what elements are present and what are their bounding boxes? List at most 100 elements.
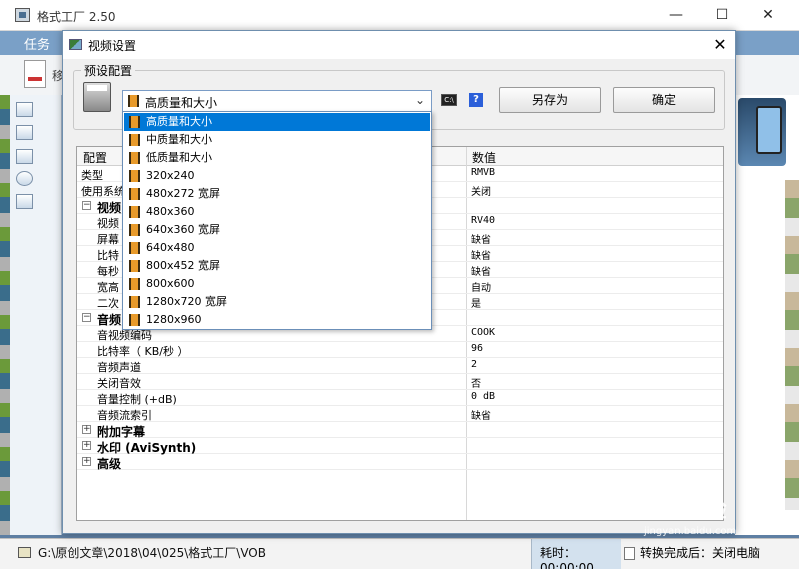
desktop-thumbnail-strip-right	[785, 180, 799, 510]
settings-row[interactable]: 音量控制 (+dB) 0 dB	[77, 390, 723, 406]
setting-value[interactable]: 否	[471, 375, 481, 390]
baidu-watermark-url: jingyan.baidu.com	[644, 526, 737, 537]
preset-select[interactable]: 高质量和大小 ⌄	[122, 90, 432, 112]
preset-option[interactable]: 中质量和大小	[124, 131, 430, 149]
maximize-button[interactable]: ☐	[702, 4, 742, 26]
settings-row[interactable]: 音频流索引 缺省	[77, 406, 723, 422]
collapse-icon[interactable]: −	[82, 313, 91, 322]
preset-option-label: 800x452 宽屏	[146, 259, 220, 272]
shutdown-option-icon[interactable]	[624, 547, 635, 560]
setting-value[interactable]: RMVB	[471, 167, 495, 178]
setting-name: 比特	[97, 249, 119, 262]
preset-option[interactable]: 800x452 宽屏	[124, 257, 430, 275]
setting-value[interactable]: 96	[471, 343, 483, 354]
preset-option-label: 高质量和大小	[146, 115, 212, 128]
film-icon	[129, 188, 140, 200]
settings-row[interactable]: 关闭音效 否	[77, 374, 723, 390]
save-as-button[interactable]: 另存为	[499, 87, 601, 113]
realmedia-format-icon	[83, 82, 111, 112]
expand-icon[interactable]: +	[82, 425, 91, 434]
setting-name: 音量控制 (+dB)	[97, 393, 177, 406]
film-icon	[129, 170, 140, 182]
status-bar: G:\原创文章\2018\04\025\格式工厂\VOB 耗时：00:00:00…	[0, 538, 799, 569]
film-icon	[128, 95, 139, 107]
elapsed-time: 耗时：00:00:00	[531, 539, 621, 569]
setting-value[interactable]: RV40	[471, 215, 495, 226]
film-icon	[129, 296, 140, 308]
help-icon[interactable]: ?	[469, 93, 483, 107]
preset-option-label: 320x240	[146, 169, 195, 182]
audio-category-icon[interactable]	[16, 125, 33, 140]
rom-device-icon[interactable]	[16, 171, 33, 186]
film-icon	[129, 152, 140, 164]
setting-name: 每秒	[97, 265, 119, 278]
preset-option[interactable]: 1280x720 宽屏	[124, 293, 430, 311]
preset-option-label: 1280x960	[146, 313, 202, 326]
after-done-option[interactable]: 转换完成后：关闭电脑	[640, 544, 760, 561]
preset-option[interactable]: 高质量和大小	[124, 113, 430, 131]
ok-button[interactable]: 确定	[613, 87, 715, 113]
chevron-down-icon[interactable]: ⌄	[415, 93, 425, 107]
setting-value[interactable]: 缺省	[471, 247, 491, 262]
settings-row[interactable]: + 水印 (AviSynth)	[77, 438, 723, 455]
setting-value[interactable]: 0 dB	[471, 391, 495, 402]
preset-group-label: 预设配置	[81, 62, 136, 79]
header-config[interactable]: 配置	[83, 149, 107, 166]
picture-category-icon[interactable]	[16, 149, 33, 164]
collapse-icon[interactable]: −	[82, 201, 91, 210]
dialog-close-button[interactable]: ✕	[708, 34, 732, 56]
preset-option-label: 800x600	[146, 277, 195, 290]
setting-name: 音频流索引	[97, 409, 152, 422]
preset-option[interactable]: 640x480	[124, 239, 430, 257]
menu-task[interactable]: 任务	[24, 34, 50, 53]
dialog-title: 视频设置	[88, 39, 137, 53]
dialog-titlebar: 视频设置 ✕	[63, 31, 735, 59]
video-category-icon[interactable]	[16, 102, 33, 117]
setting-value[interactable]: 自动	[471, 279, 491, 294]
command-prompt-icon[interactable]: C:\	[441, 94, 457, 106]
expand-icon[interactable]: +	[82, 441, 91, 450]
setting-name: 二次	[97, 297, 119, 310]
preset-option[interactable]: 320x240	[124, 167, 430, 185]
setting-value[interactable]: 缺省	[471, 231, 491, 246]
minimize-button[interactable]: —	[656, 4, 696, 26]
preset-option[interactable]: 800x600	[124, 275, 430, 293]
settings-row[interactable]: + 附加字幕	[77, 422, 723, 439]
setting-value[interactable]: 缺省	[471, 407, 491, 422]
preset-option[interactable]: 640x360 宽屏	[124, 221, 430, 239]
preset-option[interactable]: 低质量和大小	[124, 149, 430, 167]
preset-option-label: 1280x720 宽屏	[146, 295, 227, 308]
output-path[interactable]: G:\原创文章\2018\04\025\格式工厂\VOB	[38, 544, 266, 561]
setting-value[interactable]: COOK	[471, 327, 495, 338]
folder-icon[interactable]	[18, 547, 31, 558]
setting-name: 宽高	[97, 281, 119, 294]
preset-option-label: 低质量和大小	[146, 151, 212, 164]
setting-name: 屏幕	[97, 233, 119, 246]
preset-select-value: 高质量和大小	[145, 96, 218, 110]
film-icon	[129, 116, 140, 128]
setting-value[interactable]: 关闭	[471, 183, 491, 198]
expand-icon[interactable]: +	[82, 457, 91, 466]
settings-row[interactable]: + 高级	[77, 454, 723, 471]
film-icon	[129, 278, 140, 290]
header-value[interactable]: 数值	[472, 149, 496, 166]
setting-name: 使用系统	[81, 185, 125, 198]
settings-row[interactable]: 比特率（ KB/秒 ） 96	[77, 342, 723, 358]
window-close-button[interactable]: ✕	[748, 4, 788, 26]
advanced-category-icon[interactable]	[16, 194, 33, 209]
setting-value[interactable]: 缺省	[471, 263, 491, 278]
preset-option-label: 480x272 宽屏	[146, 187, 220, 200]
setting-value[interactable]: 是	[471, 295, 481, 310]
video-settings-icon	[69, 39, 82, 50]
setting-name: 关闭音效	[97, 377, 141, 390]
preset-dropdown-list: 高质量和大小中质量和大小低质量和大小 320x240 480x272 宽屏 480x3…	[122, 111, 432, 330]
settings-row[interactable]: 音频声道 2	[77, 358, 723, 374]
preset-option-label: 480x360	[146, 205, 195, 218]
setting-name: 类型	[81, 169, 103, 182]
preset-option[interactable]: 1280x960	[124, 311, 430, 329]
setting-name: 比特率（ KB/秒 ）	[97, 345, 189, 358]
preset-option[interactable]: 480x360	[124, 203, 430, 221]
preset-option[interactable]: 480x272 宽屏	[124, 185, 430, 203]
setting-value[interactable]: 2	[471, 359, 477, 370]
remove-task-icon[interactable]	[24, 60, 46, 88]
